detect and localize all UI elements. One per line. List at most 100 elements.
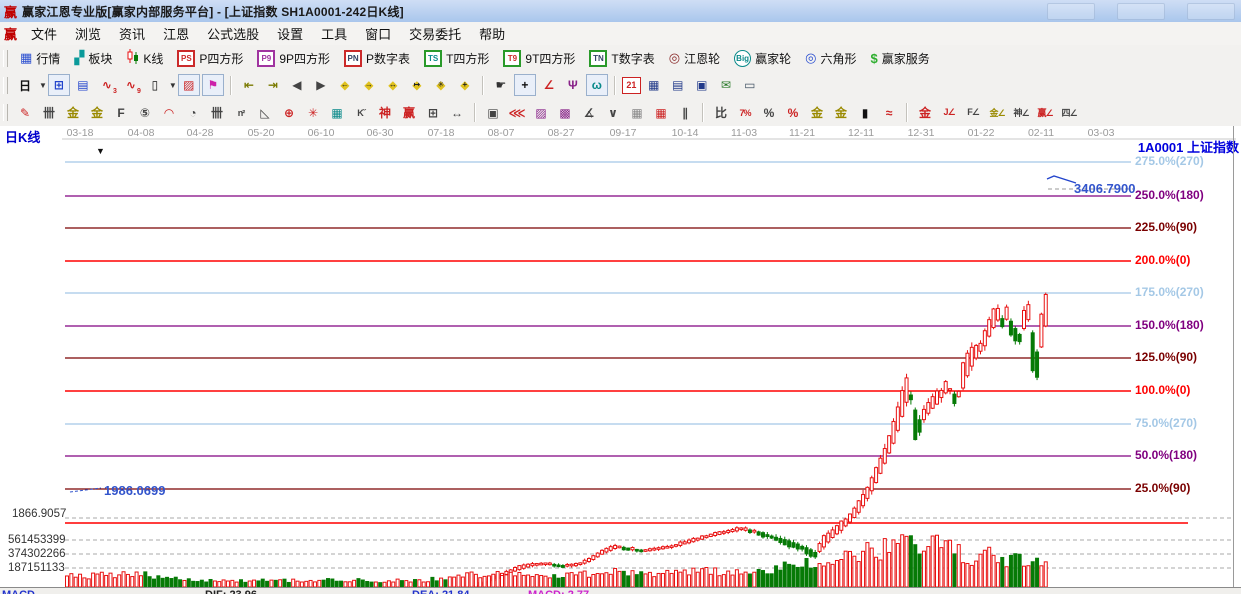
grid-box-teal-tool[interactable]: ▦ — [326, 102, 348, 124]
compass-arc-tool[interactable]: ◠ — [158, 102, 180, 124]
box-measure-tool[interactable]: ▣ — [482, 102, 504, 124]
winner-service-button[interactable]: $赢家服务 — [864, 50, 937, 67]
ruler-scale-tool[interactable]: 卌 — [38, 102, 60, 124]
angle-shen-tool[interactable]: 神∠ — [1010, 102, 1032, 124]
grid-frame-tool[interactable]: ▦ — [650, 102, 672, 124]
pattern-frame-icon[interactable]: ▨ — [178, 74, 200, 96]
analysis-brain-tool[interactable]: ω — [586, 74, 608, 96]
gann-wheel-button[interactable]: ◎江恩轮 — [662, 50, 727, 67]
angle-ying-tool[interactable]: 赢∠ — [1034, 102, 1056, 124]
grid-dots-tool[interactable]: ▦ — [626, 102, 648, 124]
winner-wheel-button[interactable]: Big赢家轮 — [727, 50, 798, 67]
zigzag-tool[interactable]: ∨ — [602, 102, 624, 124]
parallel-lines-tool[interactable]: ∥ — [674, 102, 696, 124]
multi-window-icon[interactable]: ⊞ — [48, 74, 70, 96]
gold-gann-tool[interactable]: 金 — [86, 102, 108, 124]
gann-box-tool[interactable]: ▨ — [530, 102, 552, 124]
menu-3[interactable]: 江恩 — [154, 22, 198, 45]
diamond-right-button[interactable]: ◆→ — [358, 74, 380, 96]
starburst-tool[interactable]: ✳ — [302, 102, 324, 124]
menu-5[interactable]: 设置 — [268, 22, 312, 45]
minimize-button[interactable] — [1047, 3, 1095, 20]
gann-grid-tool[interactable]: ▩ — [554, 102, 576, 124]
grid-123-tool[interactable]: ⊞ — [422, 102, 444, 124]
kline-quote-tool[interactable]: K˝ — [350, 102, 372, 124]
wave-9-icon[interactable]: ∿9 — [120, 74, 142, 96]
menu-1[interactable]: 浏览 — [66, 22, 110, 45]
diamond-left-button[interactable]: ◆← — [334, 74, 356, 96]
period-day-selector-caret-icon[interactable]: ▼ — [39, 81, 47, 90]
gann-fan-tool[interactable]: ⋘ — [506, 102, 528, 124]
angle-tool[interactable]: ∠ — [538, 74, 560, 96]
nav-first-button[interactable]: ⇤ — [238, 74, 260, 96]
target-circle-tool[interactable]: ⊕ — [278, 102, 300, 124]
notebook-button[interactable]: ▤ — [667, 74, 689, 96]
p-square-button[interactable]: PSP四方形 — [170, 50, 250, 67]
menu-2[interactable]: 资讯 — [110, 22, 154, 45]
compass-pen-tool[interactable]: ✎ — [14, 102, 36, 124]
percent-lines-tool[interactable]: % — [782, 102, 804, 124]
wave-band-tool[interactable]: ≈ — [878, 102, 900, 124]
single-candle-selector-caret-icon[interactable]: ▼ — [169, 81, 177, 90]
gold-circle-tool[interactable]: 金 — [806, 102, 828, 124]
p-digit-button[interactable]: PNP数字表 — [337, 50, 417, 67]
trend-angle-tool[interactable]: ∡ — [578, 102, 600, 124]
percent-trend-tool[interactable]: 7% — [734, 102, 756, 124]
sectors-button[interactable]: ▞板块 — [67, 50, 119, 67]
kline-chart-canvas[interactable]: 1986.06993406.79001866.90575614533993743… — [0, 126, 1241, 587]
diamond-star-button[interactable]: ◆✳ — [430, 74, 452, 96]
diamond-compress-button[interactable]: ◆↦ — [406, 74, 428, 96]
printer-button[interactable]: ▭ — [739, 74, 761, 96]
quotes-button[interactable]: ▦行情 — [13, 50, 67, 67]
hand-tool[interactable]: ☛ — [490, 74, 512, 96]
t-digit-button[interactable]: TNT数字表 — [582, 50, 661, 67]
period-day-selector[interactable]: 日 — [14, 74, 36, 96]
gold-gann-box-tool[interactable]: 金 — [62, 102, 84, 124]
nav-prev-button[interactable]: ◀ — [286, 74, 308, 96]
close-button[interactable] — [1187, 3, 1235, 20]
spiral-5-tool[interactable]: ⑤ — [134, 102, 156, 124]
profile-flag-icon[interactable]: ⚑ — [202, 74, 224, 96]
save-button[interactable]: ▣ — [691, 74, 713, 96]
diamond-cross-button[interactable]: ◆+ — [454, 74, 476, 96]
angle-f-tool[interactable]: F∠ — [962, 102, 984, 124]
candle-brush-tool[interactable]: ▮ — [854, 102, 876, 124]
ying-grid-tool[interactable]: 赢 — [398, 102, 420, 124]
nav-next-button[interactable]: ▶ — [310, 74, 332, 96]
angle-si-tool[interactable]: 四∠ — [1058, 102, 1080, 124]
menu-0[interactable]: 文件 — [22, 22, 66, 45]
menu-6[interactable]: 工具 — [312, 22, 356, 45]
t9-square-button[interactable]: T99T四方形 — [496, 50, 582, 67]
width-measure-tool[interactable]: ↔ — [446, 102, 468, 124]
calculator-button[interactable]: ▦ — [643, 74, 665, 96]
single-candle-selector[interactable]: ▯ — [144, 74, 166, 96]
ratio-bars-tool[interactable]: 比 — [710, 102, 732, 124]
p9-square-button[interactable]: P99P四方形 — [250, 50, 337, 67]
kline-button[interactable]: K线 — [119, 49, 170, 67]
nav-last-button[interactable]: ⇥ — [262, 74, 284, 96]
t-square-button[interactable]: TST四方形 — [417, 50, 496, 67]
info-panel-icon[interactable]: ▤ — [72, 74, 94, 96]
web-mail-button[interactable]: ✉ — [715, 74, 737, 96]
percent-tool[interactable]: % — [758, 102, 780, 124]
gold-level-tool[interactable]: 金 — [830, 102, 852, 124]
menu-7[interactable]: 窗口 — [356, 22, 400, 45]
shen-grid-tool[interactable]: 神 — [374, 102, 396, 124]
gold-underline-tool[interactable]: 金 — [914, 102, 936, 124]
diamond-expand-button[interactable]: ◆↔ — [382, 74, 404, 96]
calendar-21-button[interactable]: 21 — [622, 77, 641, 94]
restore-button[interactable] — [1117, 3, 1165, 20]
circle-360-tool[interactable]: ◔ — [182, 102, 204, 124]
polyline-tool[interactable]: Ψ — [562, 74, 584, 96]
ruler-dense-tool[interactable]: 卌 — [206, 102, 228, 124]
angle-mirror-tool[interactable]: ◺ — [254, 102, 276, 124]
menu-4[interactable]: 公式选股 — [198, 22, 268, 45]
hexagon-button[interactable]: ◎六角形 — [798, 50, 863, 67]
ruler-f-tool[interactable]: F — [110, 102, 132, 124]
menu-8[interactable]: 交易委托 — [400, 22, 470, 45]
angle-gold-tool[interactable]: 金∠ — [986, 102, 1008, 124]
menu-9[interactable]: 帮助 — [470, 22, 514, 45]
angle-j-tool[interactable]: J∠ — [938, 102, 960, 124]
ruler-n2-tool[interactable]: n² — [230, 102, 252, 124]
wave-3-icon[interactable]: ∿3 — [96, 74, 118, 96]
